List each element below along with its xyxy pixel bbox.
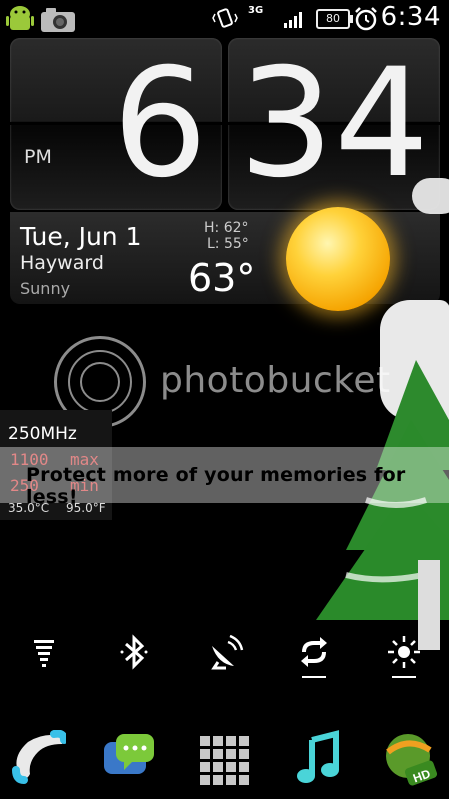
bluetooth-icon[interactable] [114, 632, 154, 672]
weather-low: L: 55° [207, 236, 249, 252]
wifi-icon[interactable] [24, 632, 64, 672]
network-type: 3G [248, 5, 264, 16]
vibrate-icon [212, 8, 238, 28]
browser-icon[interactable]: HD [382, 730, 438, 786]
brightness-icon[interactable] [384, 632, 424, 672]
android-icon [6, 6, 34, 30]
weather-condition: Sunny [20, 279, 71, 298]
weather-temp: 63° [188, 256, 256, 300]
clock-minute: 34 [238, 37, 430, 211]
clock-ampm: PM [24, 146, 52, 168]
status-time: 6:34 [380, 2, 441, 32]
battery-icon: 80 [316, 9, 353, 29]
signal-icon [284, 12, 302, 28]
sync-icon[interactable] [294, 632, 334, 672]
weather-city: Hayward [20, 252, 104, 274]
watermark-banner-text: Protect more of your memories for less! [26, 464, 406, 508]
gps-icon[interactable] [204, 632, 244, 672]
sun-icon [286, 207, 390, 311]
photobucket-logo-core [80, 362, 120, 402]
clock-hour: 6 [112, 37, 208, 211]
weather-date: Tue, Jun 1 [20, 222, 142, 251]
alarm-icon [355, 7, 377, 31]
phone-icon[interactable] [10, 730, 66, 786]
camera-icon [41, 8, 75, 32]
app-drawer-icon[interactable] [196, 730, 252, 786]
sync-indicator [302, 676, 326, 678]
cloud-icon [412, 178, 449, 214]
battery-level: 80 [326, 12, 340, 25]
brightness-indicator [392, 676, 416, 678]
messaging-icon[interactable] [102, 730, 158, 786]
cpu-frequency: 250MHz [8, 424, 77, 444]
music-icon[interactable] [292, 730, 348, 786]
watermark-text: photobucket [160, 360, 391, 401]
weather-high: H: 62° [204, 220, 249, 236]
status-bar: 3G 80 6:34 [0, 0, 449, 38]
